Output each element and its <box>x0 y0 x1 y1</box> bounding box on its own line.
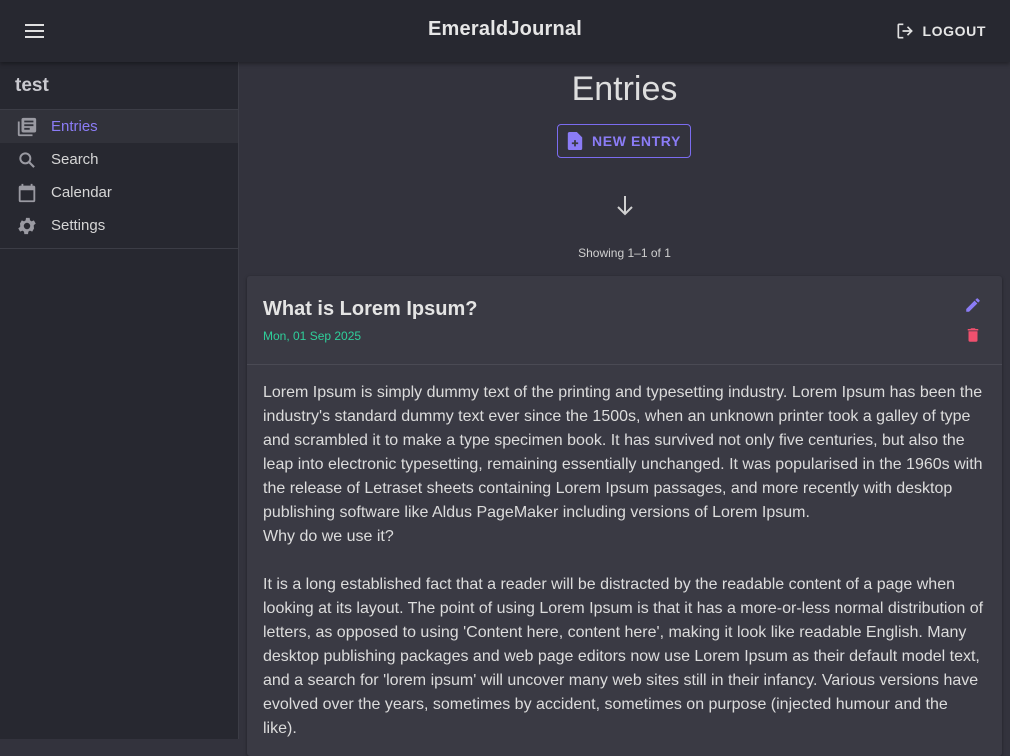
gear-icon <box>16 215 38 237</box>
entries-icon <box>16 116 38 138</box>
pagination-text: Showing 1–1 of 1 <box>578 246 671 260</box>
sidebar-item-label: Search <box>51 151 99 168</box>
logout-button[interactable]: LOGOUT <box>895 16 986 46</box>
sidebar-item-entries[interactable]: Entries <box>0 110 238 143</box>
sidebar-item-search[interactable]: Search <box>0 143 238 176</box>
entry-card: What is Lorem Ipsum? Mon, 01 Sep 2025 Lo… <box>247 276 1002 756</box>
edit-icon[interactable] <box>964 296 982 314</box>
calendar-icon <box>16 182 38 204</box>
sort-order-button[interactable] <box>613 194 637 222</box>
app-title: EmeraldJournal <box>428 18 582 40</box>
sidebar-item-settings[interactable]: Settings <box>0 209 238 242</box>
sidebar-item-label: Calendar <box>51 184 112 201</box>
sidebar-item-label: Settings <box>51 217 106 234</box>
main-content: Entries NEW ENTRY Showing 1–1 of 1 What … <box>239 62 1010 756</box>
app-bar: EmeraldJournal LOGOUT <box>0 0 1010 62</box>
sidebar-item-calendar[interactable]: Calendar <box>0 176 238 209</box>
arrow-down-icon <box>617 196 633 216</box>
search-icon <box>16 149 38 171</box>
user-name: test <box>0 62 238 110</box>
new-entry-label: NEW ENTRY <box>592 133 681 149</box>
sidebar-nav: Entries Search Calendar Settings <box>0 110 238 249</box>
sidebar-item-label: Entries <box>51 118 98 135</box>
new-file-icon <box>567 132 583 150</box>
entry-header: What is Lorem Ipsum? Mon, 01 Sep 2025 <box>247 276 1002 365</box>
logout-icon <box>897 23 913 39</box>
delete-icon[interactable] <box>964 326 982 344</box>
page-title: Entries <box>571 70 678 108</box>
new-entry-button[interactable]: NEW ENTRY <box>557 124 691 158</box>
entry-body: Lorem Ipsum is simply dummy text of the … <box>263 384 984 737</box>
entry-title[interactable]: What is Lorem Ipsum? <box>263 298 477 321</box>
logout-label: LOGOUT <box>922 23 986 39</box>
sidebar: test Entries Search Calendar Settings <box>0 62 239 739</box>
entry-date: Mon, 01 Sep 2025 <box>263 329 362 343</box>
